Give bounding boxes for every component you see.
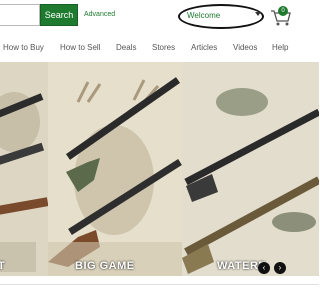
nav-item-deals[interactable]: Deals: [116, 43, 136, 52]
carousel-panel-big-game[interactable]: BIG GAME: [48, 62, 182, 276]
chevron-down-icon[interactable]: [255, 12, 261, 16]
carousel-panel-left[interactable]: T: [0, 62, 48, 276]
main-nav: How to Buy How to Sell Deals Stores Arti…: [0, 40, 319, 56]
search-button[interactable]: Search: [40, 4, 78, 26]
cart-count-badge: 0: [278, 6, 288, 16]
nav-item-help[interactable]: Help: [272, 43, 288, 52]
nav-item-how-to-sell[interactable]: How to Sell: [60, 43, 100, 52]
welcome-account-menu[interactable]: Welcome: [187, 11, 220, 20]
nav-item-how-to-buy[interactable]: How to Buy: [3, 43, 44, 52]
chevron-right-icon[interactable]: ›: [274, 262, 286, 274]
shotgun-illustration: [182, 88, 319, 274]
rifle-illustration: [48, 77, 182, 276]
nav-item-stores[interactable]: Stores: [152, 43, 175, 52]
nav-item-videos[interactable]: Videos: [233, 43, 257, 52]
nav-item-articles[interactable]: Articles: [191, 43, 217, 52]
search-input[interactable]: [0, 4, 40, 26]
divider: [0, 284, 319, 285]
carousel-panel-waterfowl[interactable]: WATERF: [182, 62, 319, 276]
carousel-caption-left: T: [0, 260, 6, 272]
carousel-caption-big-game: BIG GAME: [75, 260, 135, 272]
chevron-left-icon[interactable]: ‹: [258, 262, 270, 274]
advanced-search-link[interactable]: Advanced: [84, 11, 115, 18]
hero-carousel: T BIG GAME WATERF: [0, 62, 319, 276]
rifle-illustration: [0, 92, 48, 272]
